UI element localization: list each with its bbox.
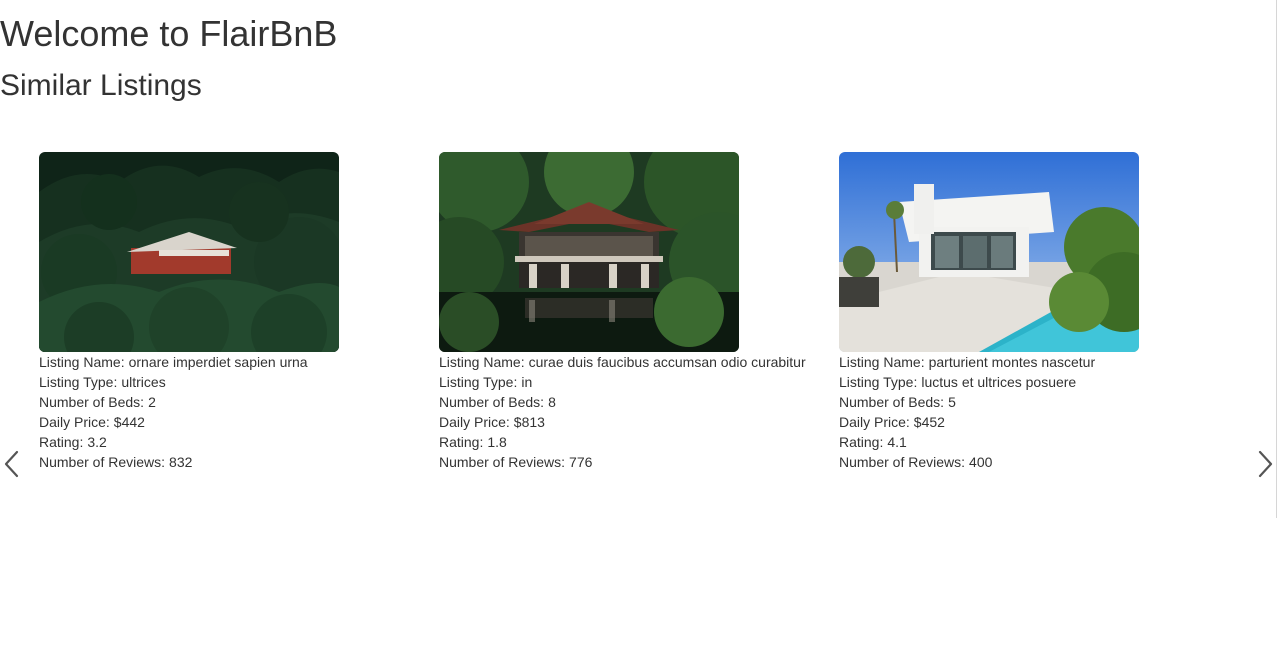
listing-info: Listing Name: ornare imperdiet sapien urn… [39, 352, 419, 472]
listing-rating: Rating: 3.2 [39, 434, 107, 450]
scrollbar-edge [1276, 0, 1277, 518]
listing-name: Listing Name: parturient montes nascetur [839, 354, 1096, 370]
listing-photo[interactable] [439, 152, 739, 352]
listing-price: Daily Price: $813 [439, 414, 545, 430]
listing-name: Listing Name: curae duis faucibus accumsa… [439, 354, 806, 370]
listing-type: Listing Type: in [439, 374, 533, 390]
listing-reviews: Number of Reviews: 776 [439, 454, 593, 470]
listing-price: Daily Price: $442 [39, 414, 145, 430]
listing-rating: Rating: 4.1 [839, 434, 907, 450]
listing-info: Listing Name: curae duis faucibus accumsa… [439, 352, 819, 472]
listing-card[interactable]: Listing Name: parturient montes nascetur … [839, 152, 1219, 472]
carousel-next-button[interactable] [1255, 450, 1275, 478]
chevron-left-icon [4, 450, 19, 478]
listing-reviews: Number of Reviews: 832 [39, 454, 193, 470]
carousel-prev-button[interactable] [2, 450, 22, 478]
listing-name: Listing Name: ornare imperdiet sapien urn… [39, 354, 308, 370]
listing-price: Daily Price: $452 [839, 414, 945, 430]
listing-type: Listing Type: luctus et ultrices posuere [839, 374, 1077, 390]
listing-card[interactable]: Listing Name: curae duis faucibus accumsa… [439, 152, 819, 472]
page-title: Welcome to FlairBnB [0, 13, 338, 54]
listing-type: Listing Type: ultrices [39, 374, 166, 390]
listing-photo[interactable] [39, 152, 339, 352]
listing-photo[interactable] [839, 152, 1139, 352]
listing-info: Listing Name: parturient montes nascetur … [839, 352, 1219, 472]
page: Welcome to FlairBnB Similar Listings Lis… [0, 0, 1278, 648]
section-title: Similar Listings [0, 69, 202, 102]
listing-beds: Number of Beds: 2 [39, 394, 156, 410]
listing-rating: Rating: 1.8 [439, 434, 507, 450]
listing-reviews: Number of Reviews: 400 [839, 454, 993, 470]
listing-beds: Number of Beds: 5 [839, 394, 956, 410]
listing-card[interactable]: Listing Name: ornare imperdiet sapien urn… [39, 152, 419, 472]
chevron-right-icon [1258, 450, 1273, 478]
listing-beds: Number of Beds: 8 [439, 394, 556, 410]
